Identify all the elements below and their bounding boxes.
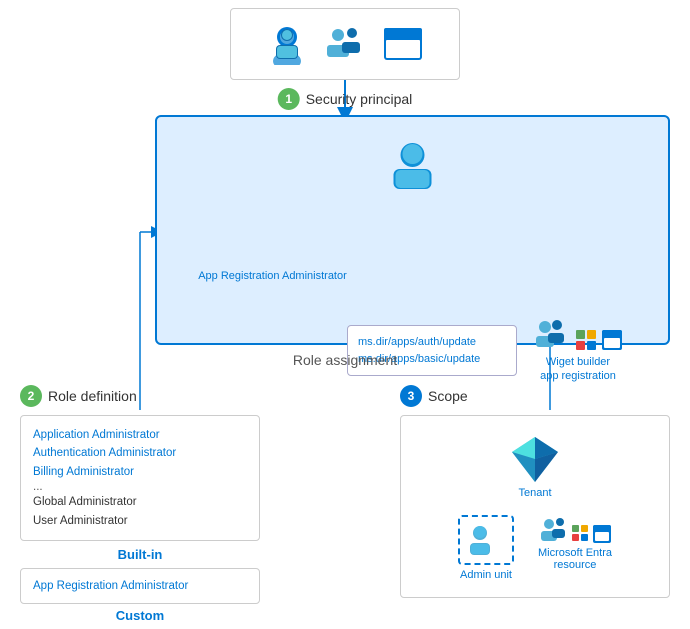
role-assignment-label-text: Role assignment <box>293 352 397 368</box>
widget-grid-icon <box>575 329 597 351</box>
badge-3: 3 <box>400 385 422 407</box>
path-line-1: ms.dir/apps/auth/update <box>358 334 506 351</box>
entra-window-icon <box>593 525 611 543</box>
role-person-icon <box>385 137 440 197</box>
group-icon <box>320 23 370 65</box>
badge-1: 1 <box>278 88 300 110</box>
builtin-item-2: Billing Administrator <box>33 463 247 481</box>
role-def-builtin-box: Application Administrator Authentication… <box>20 415 260 541</box>
admin-unit-label: Admin unit <box>460 569 512 581</box>
user-icon <box>266 23 308 65</box>
tenant-icon <box>508 432 563 487</box>
entra-resource-label: Microsoft Entra resource <box>538 547 612 571</box>
tenant-label: Tenant <box>518 487 551 499</box>
builtin-item-0: Application Administrator <box>33 426 247 444</box>
builtin-item-1: Authentication Administrator <box>33 444 247 462</box>
custom-item-0: App Registration Administrator <box>33 577 247 595</box>
widget-builder-area: Wiget builder app registration <box>533 317 623 384</box>
builtin-item-4: User Administrator <box>33 512 247 530</box>
custom-label: Custom <box>20 608 260 623</box>
scope-bottom-row: Admin unit <box>413 515 657 581</box>
badge-2: 2 <box>20 385 42 407</box>
scope-title: Scope <box>428 388 468 404</box>
security-principal-box <box>230 8 460 80</box>
scope-inner-box: Tenant Admin unit <box>400 415 670 598</box>
builtin-item-3: Global Administrator <box>33 493 247 511</box>
entra-grid-icon <box>572 525 590 543</box>
role-definition-section: 2 Role definition Application Administra… <box>20 385 260 629</box>
widget-window-icon <box>601 329 623 351</box>
admin-unit-box <box>458 515 514 565</box>
builtin-dots: ... <box>33 481 247 493</box>
role-assignment-box: ms.dir/apps/auth/update ms.dir/apps/basi… <box>155 115 670 345</box>
widget-users-icon <box>533 317 571 351</box>
security-principal-label: 1 Security principal <box>278 88 413 110</box>
diagram-container: 1 Security principal ms.dir/apps/auth/up… <box>0 0 690 619</box>
entra-users-icon <box>539 515 569 543</box>
scope-entra-resource: Microsoft Entra resource <box>538 515 612 581</box>
app-icon <box>382 26 424 62</box>
builtin-label: Built-in <box>20 547 260 562</box>
scope-label-row: 3 Scope <box>400 385 670 407</box>
scope-admin-unit: Admin unit <box>458 515 514 581</box>
scope-tenant-row: Tenant <box>413 432 657 499</box>
custom-box: App Registration Administrator <box>20 568 260 604</box>
app-reg-inner-box: ms.dir/apps/auth/update ms.dir/apps/basi… <box>347 325 517 376</box>
app-reg-label: App Registration Administrator <box>180 270 365 282</box>
security-principal-text: Security principal <box>306 91 413 107</box>
scope-section: 3 Scope Tenant <box>400 385 670 598</box>
role-def-title: Role definition <box>48 388 137 404</box>
widget-builder-label: Wiget builder app registration <box>533 355 623 384</box>
admin-unit-icon <box>466 523 506 557</box>
role-def-label-row: 2 Role definition <box>20 385 260 407</box>
